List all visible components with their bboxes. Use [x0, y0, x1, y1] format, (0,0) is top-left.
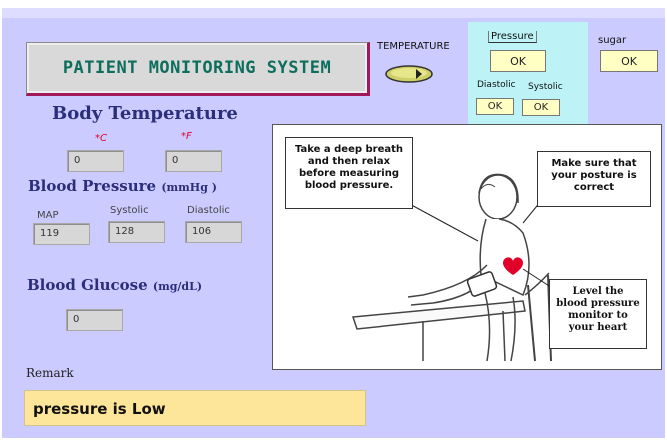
- remark-label: Remark: [26, 366, 74, 380]
- diastolic-field[interactable]: 106: [185, 221, 242, 243]
- blood-pressure-title: Blood Pressure: [28, 177, 157, 195]
- callout-deep-breath: Take a deep breath and then relax before…: [285, 137, 413, 209]
- temperature-toggle-button[interactable]: [384, 64, 434, 84]
- systolic-ok-button[interactable]: OK: [522, 99, 560, 116]
- celsius-unit-label: *C: [95, 133, 107, 144]
- blood-pressure-heading: Blood Pressure (mmHg ): [28, 177, 217, 195]
- pressure-ok-button[interactable]: OK: [490, 50, 546, 72]
- diastolic-field-label: Diastolic: [187, 205, 230, 216]
- posture-illustration: Take a deep breath and then relax before…: [272, 124, 662, 370]
- diastolic-label: Diastolic: [477, 80, 516, 90]
- sugar-ok-button[interactable]: OK: [600, 50, 658, 72]
- blood-glucose-heading: Blood Glucose (mg/dL): [27, 276, 202, 294]
- blood-glucose-title: Blood Glucose: [27, 276, 148, 294]
- blood-pressure-unit: (mmHg ): [161, 181, 217, 194]
- fahrenheit-field[interactable]: 0: [165, 150, 222, 172]
- temperature-label: TEMPERATURE: [377, 41, 450, 52]
- map-field[interactable]: 119: [33, 223, 90, 245]
- toggle-switch-icon: [385, 65, 433, 83]
- callout-posture: Make sure that your posture is correct: [537, 151, 651, 207]
- page-title: PATIENT MONITORING SYSTEM: [26, 42, 370, 96]
- diastolic-ok-button[interactable]: OK: [476, 98, 514, 115]
- fahrenheit-unit-label: *F: [181, 131, 192, 142]
- pressure-label: Pressure: [488, 31, 537, 43]
- remark-field[interactable]: pressure is Low: [24, 390, 366, 426]
- glucose-field[interactable]: 0: [66, 309, 123, 331]
- map-label: MAP: [37, 210, 59, 221]
- sugar-label: sugar: [598, 35, 627, 46]
- systolic-field[interactable]: 128: [108, 221, 165, 243]
- systolic-field-label: Systolic: [110, 205, 149, 216]
- app-window: PATIENT MONITORING SYSTEM TEMPERATURE Pr…: [0, 0, 667, 440]
- celsius-field[interactable]: 0: [67, 150, 124, 172]
- systolic-label: Systolic: [528, 82, 563, 92]
- callout-level-monitor: Level the blood pressure monitor to your…: [549, 279, 647, 349]
- blood-glucose-unit: (mg/dL): [152, 280, 203, 293]
- body-temperature-heading: Body Temperature: [52, 103, 238, 124]
